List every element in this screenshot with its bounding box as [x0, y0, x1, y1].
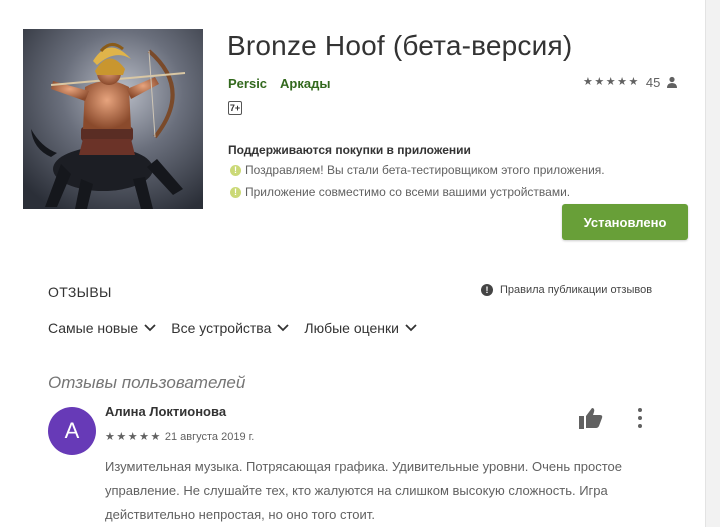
- star-icon: ★: [127, 431, 138, 443]
- user-reviews-title: Отзывы пользователей: [48, 373, 246, 392]
- review-policy-label: Правила публикации отзывов: [500, 284, 653, 296]
- category-link[interactable]: Аркады: [280, 76, 330, 91]
- app-title: Bronze Hoof (бета-версия): [227, 30, 573, 61]
- review-date: 21 августа 2019 г.: [164, 431, 255, 443]
- review-policy-link[interactable]: ! Правила публикации отзывов: [481, 284, 652, 296]
- star-icon: ★: [594, 76, 605, 88]
- info-check-icon: !: [230, 186, 241, 198]
- developer-link[interactable]: Persic: [228, 76, 267, 91]
- in-app-purchases-notice: Поддерживаются покупки в приложении: [228, 143, 471, 157]
- rating-stars: ★ ★ ★ ★ ★: [583, 74, 640, 90]
- device-dropdown[interactable]: Все устройства: [171, 320, 290, 336]
- review-meta: ★ ★ ★ ★ ★ 21 августа 2019 г.: [105, 429, 254, 445]
- star-icon: ★: [605, 76, 616, 88]
- rating-dropdown[interactable]: Любые оценки: [304, 320, 417, 336]
- star-icon: ★: [628, 76, 639, 88]
- sort-dropdown-label: Самые новые: [48, 320, 139, 336]
- app-details-card: Bronze Hoof (бета-версия) Persic Аркады …: [0, 0, 706, 527]
- beta-tester-text: Поздравляем! Вы стали бета-тестировщиком…: [245, 163, 605, 177]
- chevron-down-icon: [405, 324, 417, 332]
- reviews-heading: ОТЗЫВЫ: [48, 284, 112, 300]
- info-check-icon: !: [230, 164, 241, 176]
- review-filters: Самые новые Все устройства Любые оценки: [48, 320, 432, 336]
- review-author: Алина Локтионова: [105, 404, 227, 419]
- compatibility-notice: ! Приложение совместимо со всеми вашими …: [230, 185, 570, 199]
- thumbs-up-icon[interactable]: [579, 407, 603, 429]
- dot: [638, 416, 642, 420]
- rating-summary: ★ ★ ★ ★ ★ 45: [583, 74, 678, 90]
- installed-button[interactable]: Установлено: [562, 204, 688, 240]
- person-icon: [667, 76, 678, 88]
- star-icon: ★: [105, 431, 115, 443]
- content-rating-badge: 7+: [228, 101, 242, 115]
- review-text: Изумительная музыка. Потрясающая графика…: [105, 459, 622, 522]
- rating-dropdown-label: Любые оценки: [304, 320, 399, 336]
- chevron-down-icon: [277, 324, 290, 332]
- beta-tester-notice: ! Поздравляем! Вы стали бета-тестировщик…: [230, 163, 605, 177]
- compatibility-text: Приложение совместимо со всеми вашими ус…: [245, 185, 571, 199]
- device-dropdown-label: Все устройства: [171, 320, 272, 336]
- star-icon: ★: [583, 76, 593, 88]
- info-icon: !: [481, 284, 493, 296]
- dot: [638, 408, 642, 412]
- dot: [638, 424, 642, 428]
- star-icon: ★: [139, 431, 149, 443]
- chevron-down-icon: [144, 324, 156, 332]
- sort-dropdown[interactable]: Самые новые: [48, 320, 156, 336]
- avatar: А: [48, 407, 96, 455]
- app-cover-image: [23, 29, 203, 209]
- rating-count: 45: [645, 74, 661, 90]
- star-icon: ★: [617, 76, 627, 88]
- more-options-icon[interactable]: [635, 408, 645, 428]
- centaur-archer-artwork: [23, 29, 203, 209]
- star-icon: ★: [150, 431, 161, 443]
- star-icon: ★: [116, 431, 127, 443]
